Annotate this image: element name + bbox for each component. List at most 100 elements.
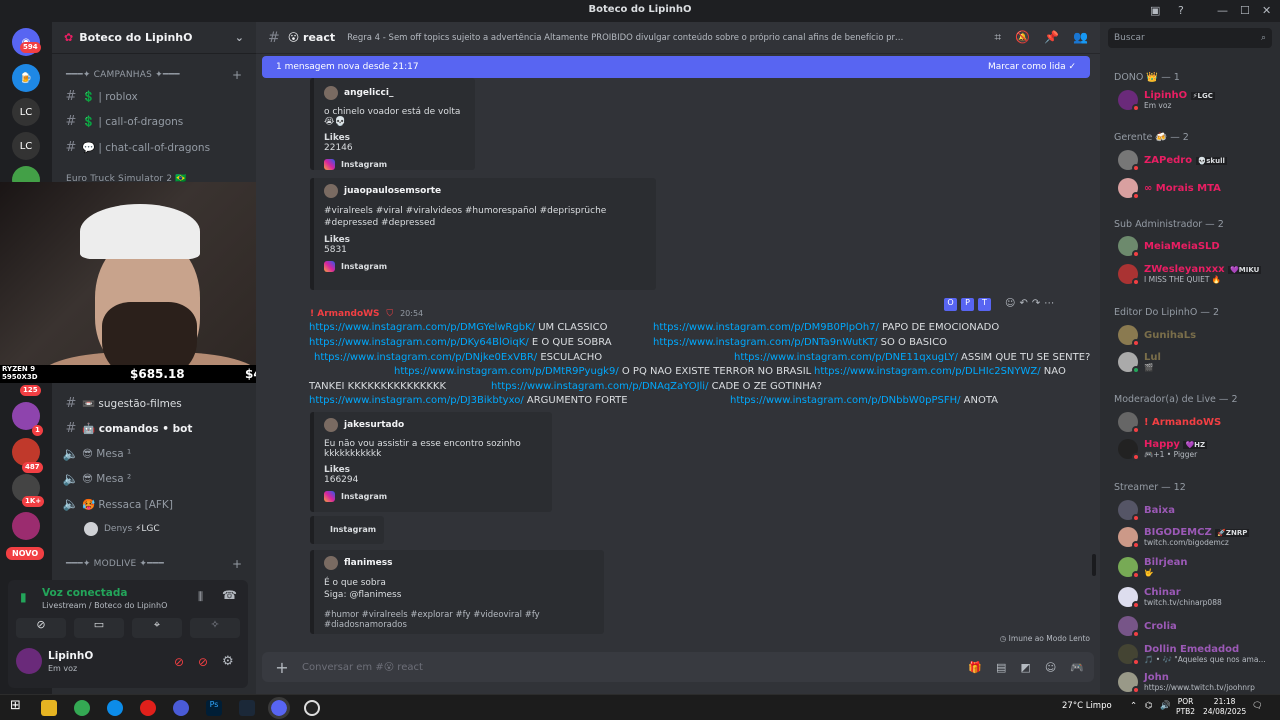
reaction-p-button[interactable]: P — [961, 298, 974, 311]
member-item[interactable]: ZAPedro 💀skull — [1118, 150, 1278, 172]
apps-icon[interactable]: 🎮 — [1070, 661, 1084, 674]
volume-icon[interactable]: 🔊 — [1160, 701, 1171, 711]
disconnect-icon[interactable]: ☎ — [222, 588, 237, 602]
server-icon[interactable]: LC — [12, 98, 40, 126]
add-channel-icon[interactable]: + — [232, 557, 242, 571]
language-indicator[interactable]: POR PTB2 — [1176, 697, 1195, 717]
mark-read-button[interactable]: Marcar como lida ✓ — [988, 62, 1076, 72]
photoshop-icon[interactable]: Ps — [206, 700, 222, 716]
gift-icon[interactable]: 🎁 — [968, 661, 982, 674]
member-item[interactable]: ZWesleyanxxx 💜MIKU I MISS THE QUIET 🔥 — [1118, 264, 1278, 286]
channel-topic[interactable]: Regra 4 - Sem off topics sujeito a adver… — [347, 33, 907, 43]
more-icon[interactable]: ⋯ — [1044, 298, 1054, 311]
channel-chat-call-of-dragons[interactable]: # 💬 | chat-call-of-dragons — [60, 136, 250, 158]
reaction-o-button[interactable]: O — [944, 298, 957, 311]
weather[interactable]: 27°C Limpo — [1062, 701, 1112, 711]
server-icon[interactable]: LC — [12, 132, 40, 160]
member-item[interactable]: Baixa — [1118, 500, 1278, 522]
member-item[interactable]: John https://www.twitch.tv/joohnrp — [1118, 672, 1278, 694]
sticker-icon[interactable]: ◩ — [1020, 661, 1030, 674]
search-input[interactable]: Buscar ⌕ — [1108, 28, 1272, 48]
screen-share-button[interactable]: ▭ — [74, 618, 124, 638]
inbox-icon[interactable]: ▣ — [1150, 4, 1160, 17]
channel-roblox[interactable]: # 💲 | roblox — [60, 85, 250, 107]
maximize-button[interactable]: ☐ — [1240, 4, 1250, 17]
message-input[interactable]: Conversar em #😮 react — [302, 662, 968, 673]
server-icon-boteco[interactable]: 🍺 — [12, 64, 40, 92]
channel-title: 😮 react — [287, 31, 336, 44]
emoji-icon[interactable]: ☺ — [1005, 298, 1015, 311]
notification-center-icon[interactable]: 🗨 — [1252, 701, 1263, 711]
clock[interactable]: 21:18 24/08/2025 — [1203, 697, 1246, 717]
instagram-embed[interactable]: flanimess É o que sobra Siga: @flanimess… — [310, 550, 604, 634]
member-item[interactable]: Chinar twitch.tv/chinarp088 — [1118, 587, 1278, 609]
notification-icon[interactable]: 🔕 — [1015, 30, 1030, 45]
add-channel-icon[interactable]: + — [232, 68, 242, 82]
avatar — [1118, 90, 1140, 112]
instagram-embed[interactable]: juaopaulosemsorte #viralreels #viral #vi… — [310, 178, 656, 290]
noise-suppression-icon[interactable]: ⫼ — [198, 590, 203, 604]
member-item[interactable]: GunihaLs — [1118, 325, 1278, 347]
opera-icon[interactable] — [140, 700, 156, 716]
category-campanhas[interactable]: ━━━✦ CAMPANHAS ✦━━━ — [66, 70, 180, 80]
member-item[interactable]: BIGODEMCZ 🚀ZNRP twitch.com/bigodemcz — [1118, 527, 1278, 549]
member-item[interactable]: MeiaMeiaSLD — [1118, 236, 1278, 258]
mic-muted-icon[interactable]: ⊘ — [174, 655, 184, 669]
message-author[interactable]: ! ArmandoWS — [310, 309, 380, 319]
threads-icon[interactable]: ⌗ — [994, 30, 1001, 45]
discord-icon[interactable] — [268, 697, 290, 719]
channel-comandos-bot[interactable]: # 🤖 comandos • bot — [60, 417, 250, 439]
hash-icon: # — [268, 29, 280, 46]
member-item[interactable]: Bilrjean 🤟 — [1118, 557, 1278, 579]
member-list-icon[interactable]: 👥 — [1073, 30, 1088, 45]
channel-call-of-dragons[interactable]: # 💲 | call-of-dragons — [60, 110, 250, 132]
instagram-embed[interactable]: angelicci_ o chinelo voador está de volt… — [310, 78, 475, 170]
server-icon[interactable] — [12, 512, 40, 540]
reply-icon[interactable]: ↶ — [1019, 298, 1027, 311]
add-attachment-button[interactable]: + — [262, 658, 302, 677]
member-item[interactable]: Lul 🎬 — [1118, 352, 1278, 374]
deafen-icon[interactable]: ⊘ — [198, 655, 208, 669]
camera-off-button[interactable]: ⊘ — [16, 618, 66, 638]
member-item[interactable]: Happy 💜HZ 🎮+1 • Pigger — [1118, 439, 1278, 461]
file-explorer-icon[interactable] — [41, 700, 57, 716]
speaker-icon: 🔈 — [62, 446, 80, 462]
close-button[interactable]: ✕ — [1262, 4, 1271, 17]
start-icon[interactable]: ⊞ — [10, 698, 26, 714]
minimize-button[interactable]: — — [1217, 4, 1228, 17]
voice-channel-name[interactable]: Livestream / Boteco do LipinhO — [42, 601, 167, 610]
member-group: Moderador(a) de Live — 2 — [1114, 394, 1238, 405]
edge-icon[interactable] — [107, 700, 123, 716]
voice-user-denys[interactable]: Denys ⚡LGC ⁄ — [84, 518, 274, 540]
gear-icon[interactable]: ⚙ — [222, 654, 234, 669]
chrome-icon[interactable] — [74, 700, 90, 716]
instagram-embed[interactable]: jakesurtado Eu não vou assistir a esse e… — [310, 412, 552, 512]
avatar[interactable] — [16, 648, 42, 674]
instagram-embed[interactable]: Instagram — [310, 516, 384, 544]
server-header[interactable]: ✿ Boteco do LipinhO ⌄ — [52, 22, 256, 54]
voice-channel-mesa-2[interactable]: 🔈 😎 Mesa ² — [60, 468, 250, 490]
activity-button[interactable]: ⌖ — [132, 618, 182, 638]
category-modlive[interactable]: ━━━✦ MODLIVE ✦━━━ — [66, 559, 164, 569]
member-item[interactable]: ∞ Morais MTA — [1118, 178, 1278, 200]
gif-icon[interactable]: ▤ — [996, 661, 1006, 674]
soundboard-button[interactable]: ✧ — [190, 618, 240, 638]
voice-channel-ressaca[interactable]: 🔈 🥵 Ressaca [AFK] — [60, 493, 250, 515]
voice-channel-mesa-1[interactable]: 🔈 😎 Mesa ¹ — [60, 443, 250, 465]
tray-chevron-icon[interactable]: ⌃ — [1130, 701, 1137, 711]
pin-icon[interactable]: 📌 — [1044, 30, 1059, 45]
obs-icon[interactable] — [304, 700, 320, 716]
v-app-icon[interactable] — [173, 700, 189, 716]
steam-icon[interactable] — [239, 700, 255, 716]
help-icon[interactable]: ? — [1178, 4, 1184, 17]
member-item[interactable]: Dollin Emedadod 🎵 • 🎶 "Aqueles que nos am… — [1118, 644, 1278, 666]
new-messages-bar[interactable]: 1 mensagem nova desde 21:17 Marcar como … — [262, 56, 1090, 78]
emoji-icon[interactable]: ☺ — [1045, 661, 1056, 674]
forward-icon[interactable]: ↷ — [1032, 298, 1040, 311]
member-item[interactable]: Crolia — [1118, 616, 1278, 638]
member-item[interactable]: ! ArmandoWS — [1118, 412, 1278, 434]
scrollbar[interactable] — [1092, 554, 1096, 576]
reaction-t-button[interactable]: T — [978, 298, 991, 311]
channel-sugestao-filmes[interactable]: # 📼 sugestão-filmes — [60, 392, 250, 414]
member-item[interactable]: LipinhO ⚡LGC Em voz — [1118, 90, 1278, 112]
